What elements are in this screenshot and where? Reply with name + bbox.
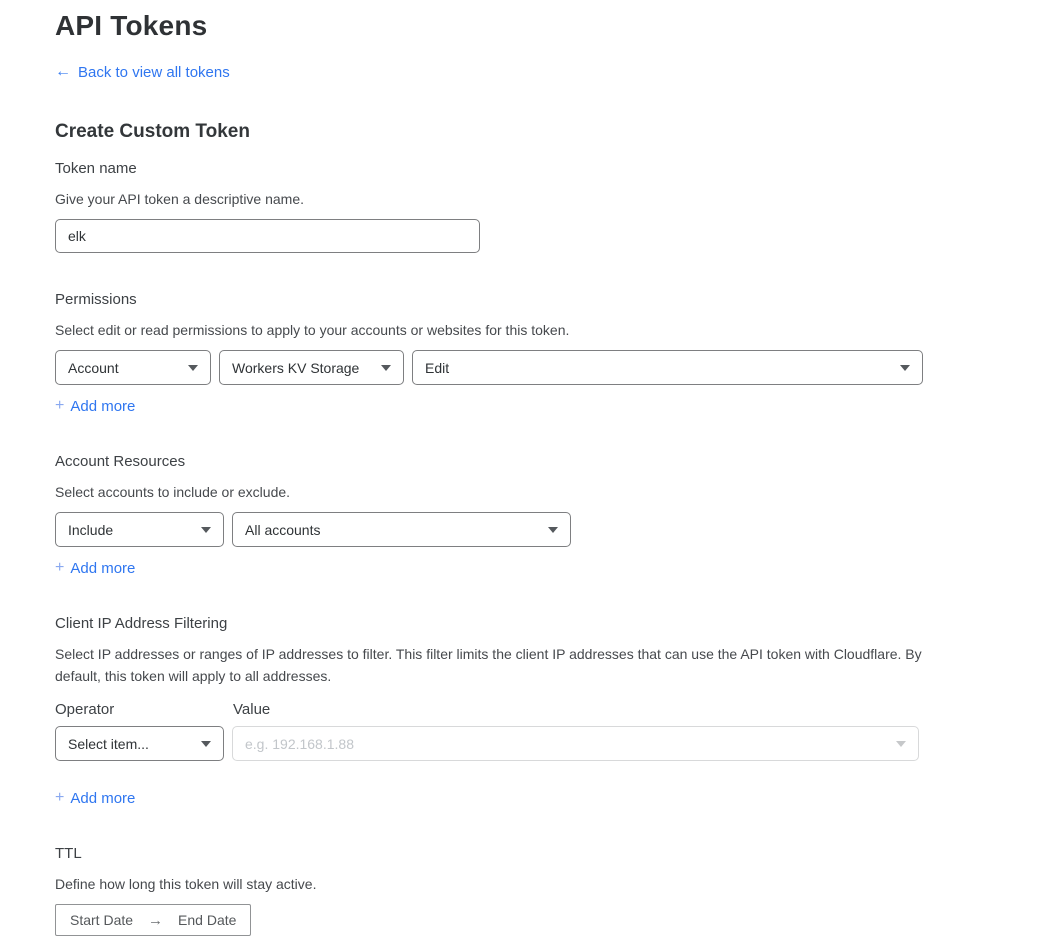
plus-icon: + [55,789,64,807]
chevron-down-icon [900,365,910,371]
back-arrow-icon: ← [55,63,71,81]
api-tokens-page: API Tokens ← Back to view all tokens Cre… [0,0,1043,936]
permission-group-select[interactable]: Workers KV Storage [219,350,404,385]
chevron-down-icon [548,527,558,533]
ip-value-input[interactable] [245,736,886,752]
back-link-label: Back to view all tokens [78,64,230,81]
resource-mode-value: Include [68,522,113,538]
permission-level-select[interactable]: Edit [412,350,923,385]
ip-filtering-row: Select item... [55,726,1043,761]
account-resources-row: Include All accounts [55,512,1043,547]
account-resources-label: Account Resources [55,453,1043,470]
permission-group-value: Workers KV Storage [232,360,359,376]
page-title: API Tokens [55,10,1043,42]
ip-operator-select[interactable]: Select item... [55,726,224,761]
chevron-down-icon [381,365,391,371]
token-name-input[interactable] [55,219,480,253]
token-name-label: Token name [55,160,1043,177]
add-more-label: Add more [70,790,135,807]
chevron-down-icon [201,741,211,747]
end-date-field[interactable]: End Date [178,912,236,928]
resource-mode-select[interactable]: Include [55,512,224,547]
permission-scope-select[interactable]: Account [55,350,211,385]
account-resources-helper: Select accounts to include or exclude. [55,481,1043,503]
ttl-helper: Define how long this token will stay act… [55,873,1043,895]
plus-icon: + [55,397,64,415]
add-more-label: Add more [70,560,135,577]
ttl-label: TTL [55,845,1043,862]
plus-icon: + [55,559,64,577]
token-name-helper: Give your API token a descriptive name. [55,188,1043,210]
arrow-right-icon: → [148,912,163,929]
operator-label: Operator [55,701,233,718]
permissions-add-more-link[interactable]: + Add more [55,397,135,415]
chevron-down-icon [896,741,906,747]
resource-target-value: All accounts [245,522,320,538]
ip-filtering-column-labels: Operator Value [55,701,1043,718]
back-to-tokens-link[interactable]: ← Back to view all tokens [55,63,230,81]
permissions-helper: Select edit or read permissions to apply… [55,319,1043,341]
ip-filtering-add-more-link[interactable]: + Add more [55,789,135,807]
chevron-down-icon [188,365,198,371]
start-date-field[interactable]: Start Date [70,912,133,928]
permissions-label: Permissions [55,291,1043,308]
account-resources-add-more-link[interactable]: + Add more [55,559,135,577]
resource-target-select[interactable]: All accounts [232,512,571,547]
chevron-down-icon [201,527,211,533]
permissions-row: Account Workers KV Storage Edit [55,350,1043,385]
ip-filtering-label: Client IP Address Filtering [55,615,1043,632]
value-label: Value [233,701,270,718]
ip-value-field[interactable] [232,726,919,761]
permission-scope-value: Account [68,360,119,376]
permission-level-value: Edit [425,360,449,376]
ip-filtering-helper: Select IP addresses or ranges of IP addr… [55,643,923,687]
add-more-label: Add more [70,398,135,415]
create-custom-token-heading: Create Custom Token [55,121,1043,143]
ttl-date-range-picker[interactable]: Start Date → End Date [55,904,251,936]
ip-operator-value: Select item... [68,736,149,752]
